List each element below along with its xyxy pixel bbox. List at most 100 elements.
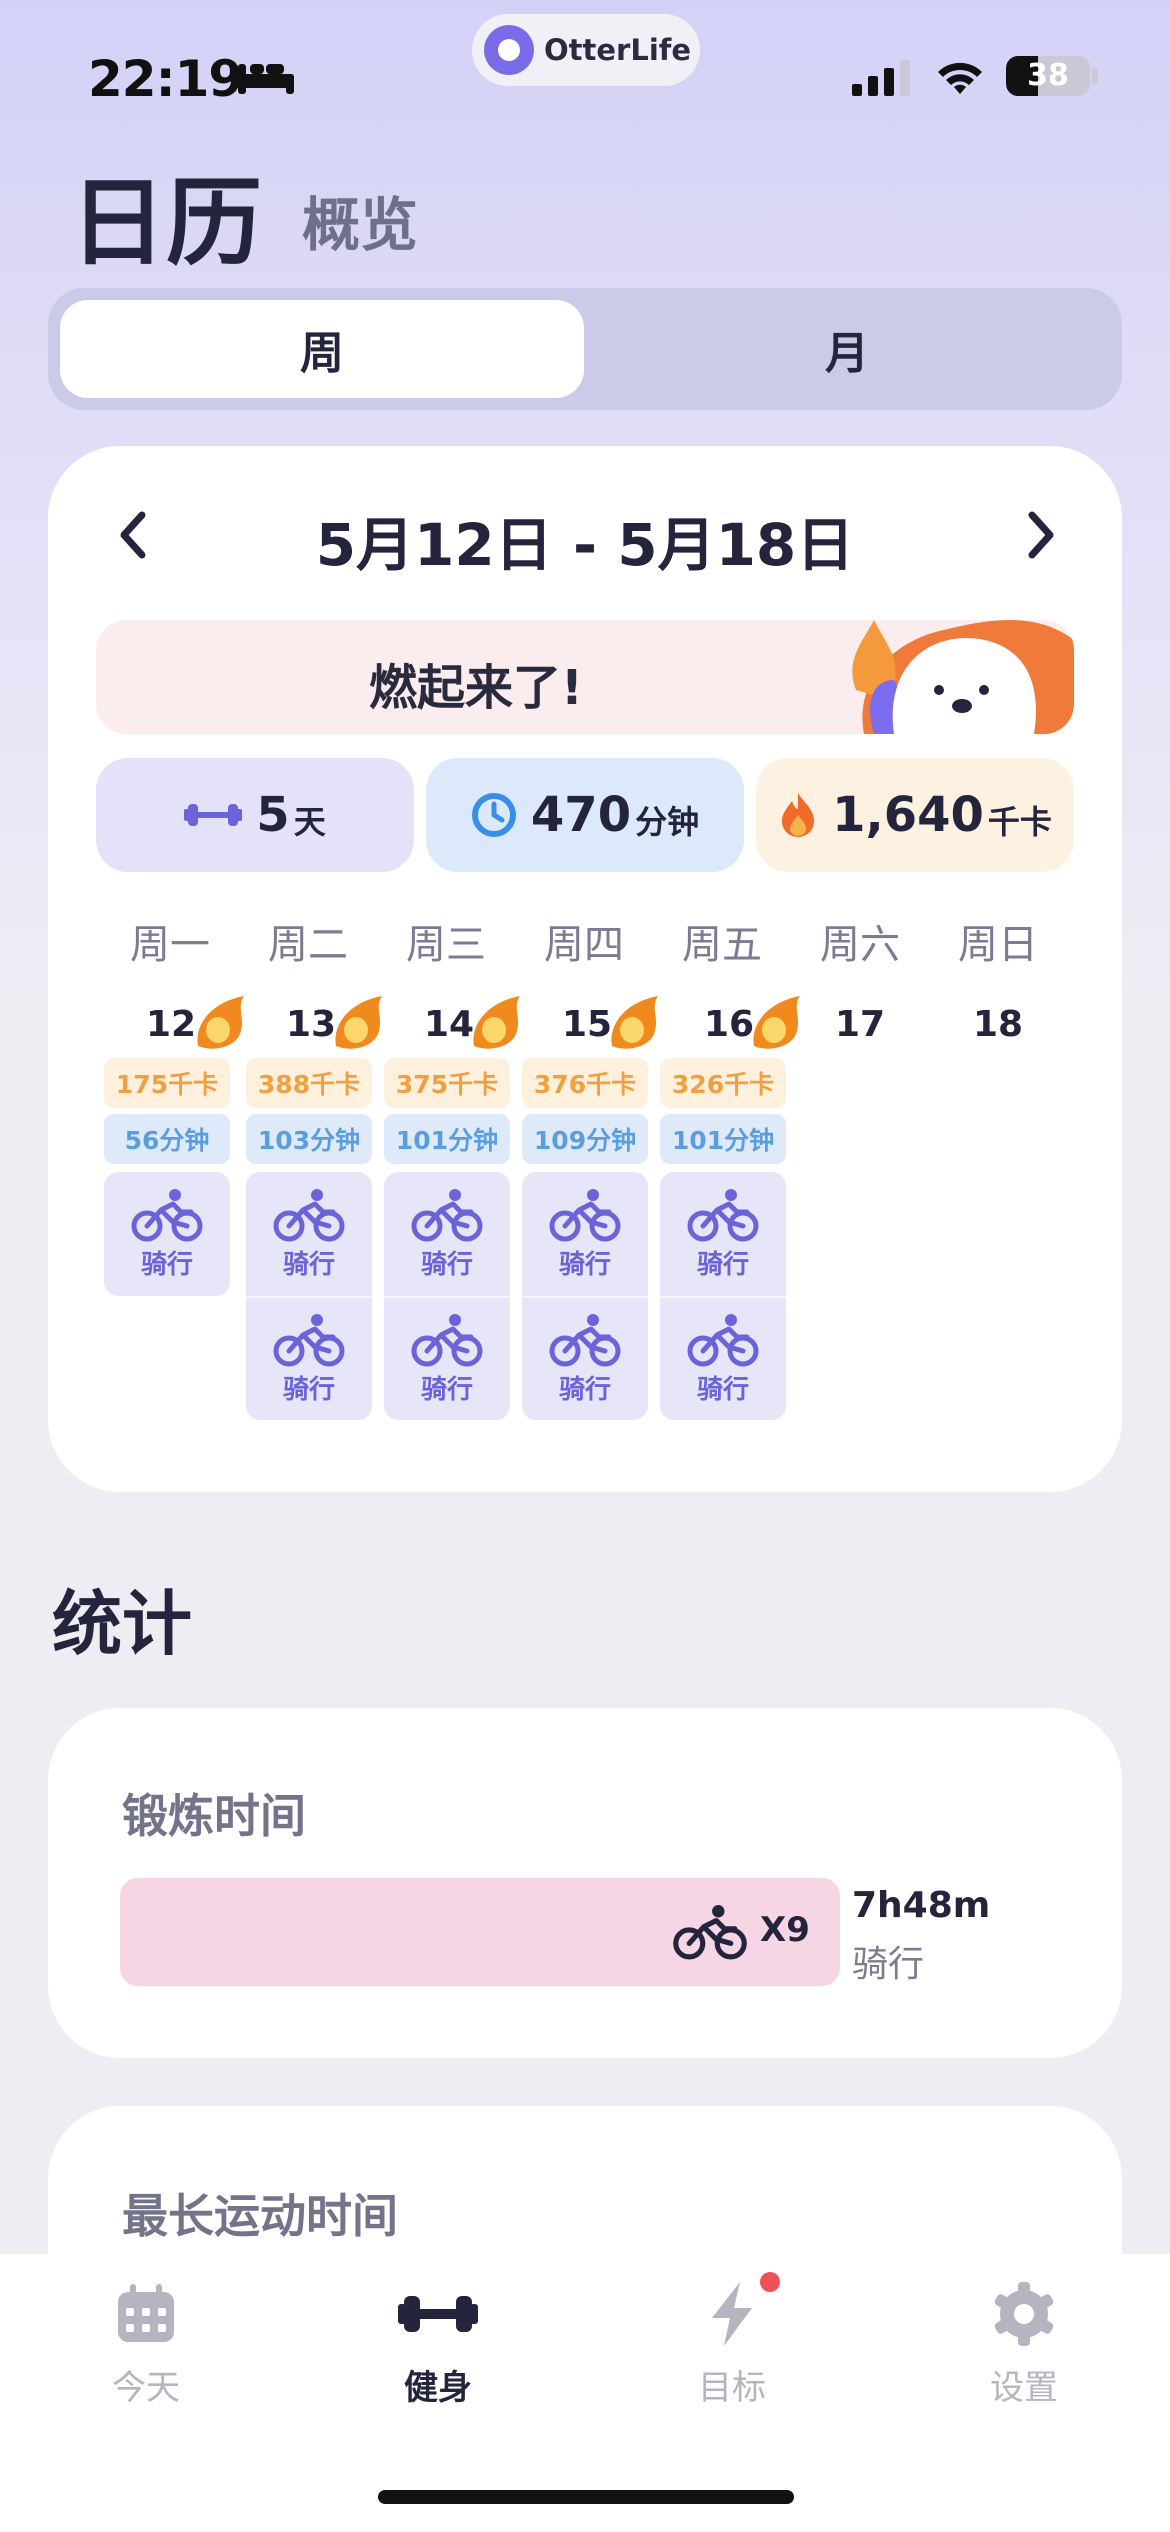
streak-banner: 燃起来了!: [96, 620, 1074, 734]
weekday-label: 周六: [820, 922, 900, 968]
goals-notification-badge: [760, 2272, 780, 2292]
day-activities: 骑行 骑行: [384, 1172, 510, 1420]
summary-minutes-value: 470: [530, 787, 632, 843]
activity-tile-cycling[interactable]: 骑行: [384, 1296, 510, 1420]
weekday-label: 周一: [130, 922, 210, 968]
activity-label: 骑行: [282, 1374, 335, 1405]
day-minutes-tag: 101分钟: [384, 1114, 510, 1164]
activity-label: 骑行: [420, 1374, 473, 1405]
day-activities: 骑行 骑行: [660, 1172, 786, 1420]
otter-mascot-icon: [852, 620, 1074, 734]
streak-banner-text: 燃起来了!: [369, 660, 583, 716]
activity-tile-cycling[interactable]: 骑行: [384, 1172, 510, 1296]
activity-label: 骑行: [558, 1374, 611, 1405]
tab-settings[interactable]: 设置: [924, 2282, 1124, 2409]
day-number[interactable]: 15: [562, 1004, 612, 1045]
day-activities: 骑行 骑行: [246, 1172, 372, 1420]
day-activities: 骑行 骑行: [522, 1172, 648, 1420]
day-minutes-tag: 109分钟: [522, 1114, 648, 1164]
cycling-icon: [131, 1188, 203, 1241]
day-calories-tag: 175千卡: [104, 1058, 230, 1108]
activity-tile-cycling[interactable]: 骑行: [246, 1296, 372, 1420]
summary-days-pill: 5 天: [96, 758, 414, 872]
day-minutes-tag: 103分钟: [246, 1114, 372, 1164]
segment-week[interactable]: 周: [60, 300, 584, 398]
cellular-signal-icon: [852, 58, 914, 102]
bed-icon: [236, 60, 296, 100]
clock-icon: [471, 793, 516, 837]
tab-label: 设置: [990, 2368, 1058, 2408]
cycling-icon: [687, 1313, 759, 1366]
day-calories-tag: 376千卡: [522, 1058, 648, 1108]
activity-label: 骑行: [558, 1249, 611, 1280]
week-month-segmented-control: 周 月: [48, 288, 1122, 410]
cycling-icon: [673, 1905, 747, 1960]
calendar-icon: [118, 2284, 174, 2342]
next-week-chevron-right-icon[interactable]: [1016, 505, 1066, 565]
day-number[interactable]: 14: [424, 1004, 474, 1045]
page-title: 日历: [70, 167, 262, 279]
home-indicator[interactable]: [378, 2490, 794, 2504]
summary-minutes-pill: 470 分钟: [426, 758, 744, 872]
activity-tile-cycling[interactable]: 骑行: [660, 1296, 786, 1420]
activity-label: 骑行: [282, 1249, 335, 1280]
exercise-total-time: 7h48m: [852, 1885, 991, 1926]
day-minutes-tag: 101分钟: [660, 1114, 786, 1164]
day-calories-tag: 326千卡: [660, 1058, 786, 1108]
day-calories-tag: 375千卡: [384, 1058, 510, 1108]
app-name: OtterLife: [544, 33, 692, 67]
previous-week-chevron-left-icon[interactable]: [108, 505, 158, 565]
fireball-badge-icon: [197, 996, 244, 1049]
summary-calories-value: 1,640: [832, 787, 984, 843]
exercise-count: X9: [760, 1910, 810, 1950]
tab-fitness[interactable]: 健身: [338, 2282, 538, 2409]
fireball-badge-icon: [335, 996, 382, 1049]
day-calories-tag: 388千卡: [246, 1058, 372, 1108]
wifi-icon: [934, 56, 986, 100]
activity-tile-cycling[interactable]: 骑行: [522, 1172, 648, 1296]
summary-days-value: 5: [256, 787, 290, 843]
dumbbell-icon: [398, 2296, 478, 2332]
flame-icon: [782, 793, 815, 837]
cycling-icon: [273, 1188, 345, 1241]
otter-logo-icon: [484, 25, 534, 75]
cycling-icon: [273, 1313, 345, 1366]
weekday-label: 周五: [682, 922, 762, 968]
bolt-icon: [712, 2282, 752, 2346]
longest-workout-title: 最长运动时间: [122, 2189, 398, 2243]
day-minutes-tag: 56分钟: [104, 1114, 230, 1164]
battery-percent: 38: [1027, 58, 1069, 93]
tab-goals[interactable]: 目标: [632, 2282, 832, 2409]
fireball-badge-icon: [611, 996, 658, 1049]
day-number[interactable]: 12: [146, 1004, 196, 1045]
day-number[interactable]: 18: [930, 1004, 1066, 1045]
cycling-icon: [687, 1188, 759, 1241]
cycling-icon: [549, 1313, 621, 1366]
day-number[interactable]: 17: [792, 1004, 928, 1045]
weekday-label: 周四: [544, 922, 624, 968]
dumbbell-icon: [184, 804, 243, 826]
tab-label: 目标: [698, 2368, 766, 2408]
weekday-label: 周日: [958, 922, 1038, 968]
activity-tile-cycling[interactable]: 骑行: [104, 1172, 230, 1296]
status-time: 22:19: [88, 50, 243, 108]
cycling-icon: [549, 1188, 621, 1241]
tab-today[interactable]: 今天: [46, 2282, 246, 2409]
stats-section-title: 统计: [52, 1583, 192, 1665]
summary-days-unit: 天: [293, 803, 326, 841]
activity-tile-cycling[interactable]: 骑行: [246, 1172, 372, 1296]
activity-tile-cycling[interactable]: 骑行: [522, 1296, 648, 1420]
activity-tile-cycling[interactable]: 骑行: [660, 1172, 786, 1296]
day-number[interactable]: 16: [704, 1004, 754, 1045]
day-activities: 骑行: [104, 1172, 230, 1296]
fireball-badge-icon: [473, 996, 520, 1049]
activity-label: 骑行: [696, 1249, 749, 1280]
weekday-label: 周三: [406, 922, 486, 968]
day-number[interactable]: 13: [286, 1004, 336, 1045]
activity-label: 骑行: [696, 1374, 749, 1405]
segment-month[interactable]: 月: [584, 300, 1110, 398]
summary-calories-unit: 千卡: [987, 803, 1052, 841]
app-indicator[interactable]: OtterLife: [472, 14, 700, 86]
activity-label: 骑行: [420, 1249, 473, 1280]
activity-label: 骑行: [140, 1249, 193, 1280]
